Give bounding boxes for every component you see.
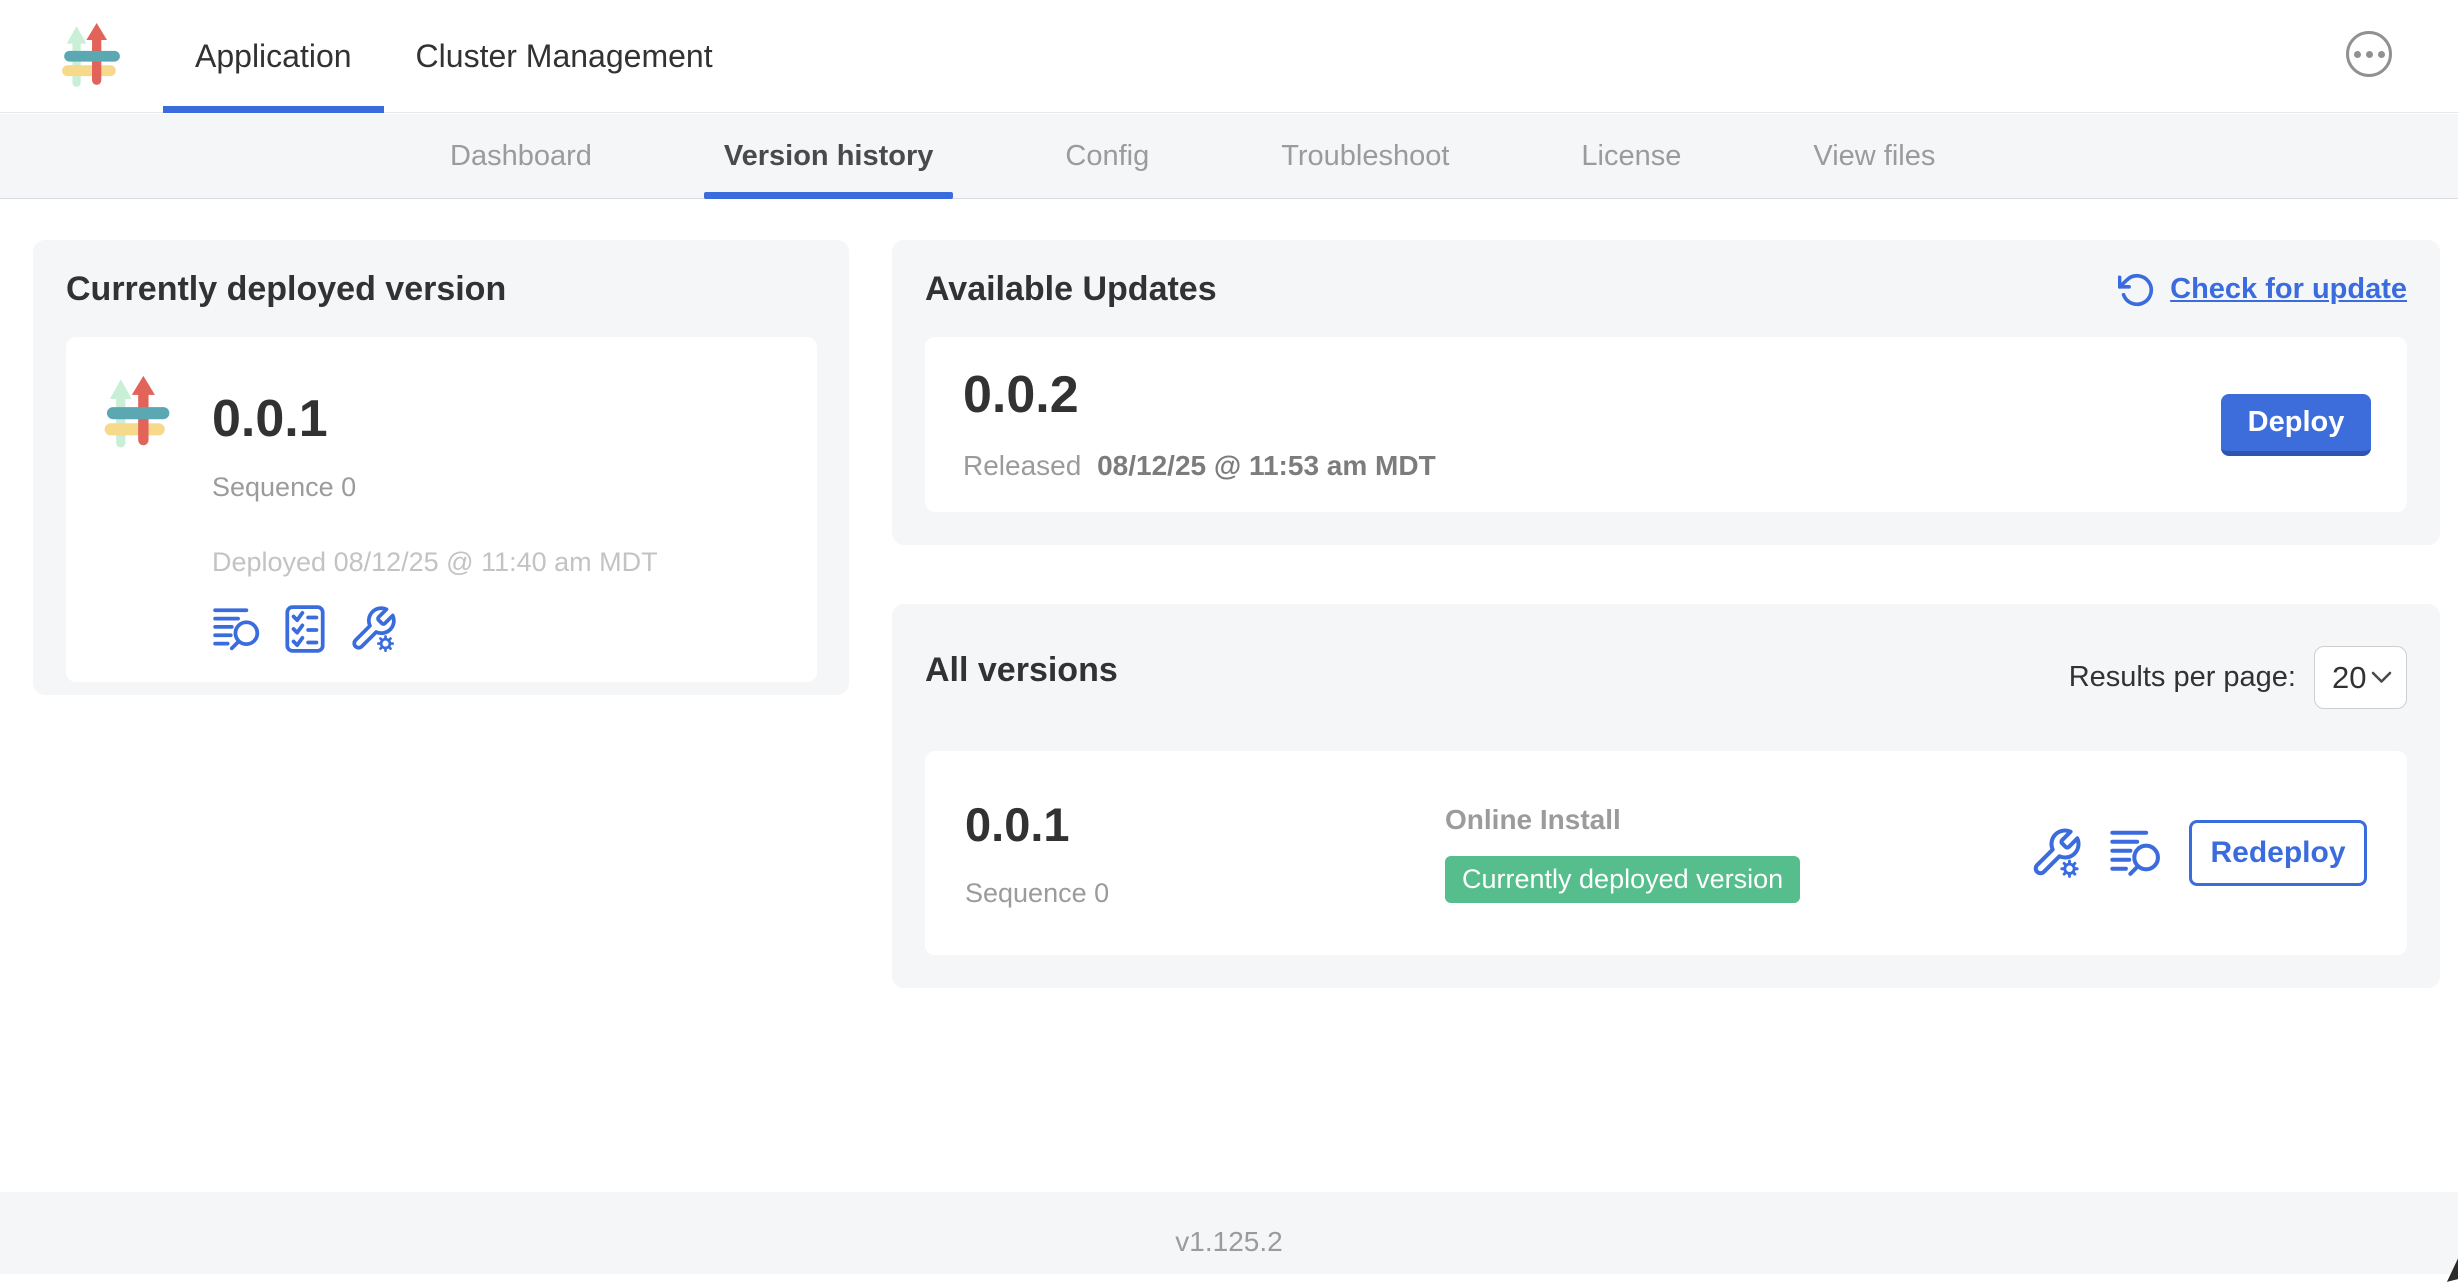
footer: v1.125.2 xyxy=(0,1192,2458,1274)
all-versions-card: All versions Results per page: 20 0.0.1 … xyxy=(892,604,2440,988)
results-per-page-label: Results per page: xyxy=(2069,661,2296,694)
deployed-sequence: Sequence 0 xyxy=(212,472,658,503)
ellipsis-dot xyxy=(2354,51,2361,58)
check-for-update-label: Check for update xyxy=(2170,273,2407,306)
overflow-menu-button[interactable] xyxy=(2346,31,2392,77)
ellipsis-dot xyxy=(2378,51,2385,58)
refresh-icon xyxy=(2118,271,2156,309)
currently-deployed-badge: Currently deployed version xyxy=(1445,856,1800,903)
ellipsis-dot xyxy=(2366,51,2373,58)
deployed-card-title: Currently deployed version xyxy=(66,270,817,309)
all-versions-title: All versions xyxy=(925,651,1118,690)
version-row: 0.0.1 Sequence 0 Online Install Currentl… xyxy=(925,751,2407,955)
install-type-label: Online Install xyxy=(1445,804,1621,836)
available-update-row: 0.0.2 Released 08/12/25 @ 11:53 am MDT D… xyxy=(925,337,2407,512)
app-logo-icon xyxy=(58,22,124,92)
diff-icon[interactable] xyxy=(212,604,262,654)
deploy-button[interactable]: Deploy xyxy=(2221,394,2371,456)
released-timestamp: 08/12/25 @ 11:53 am MDT xyxy=(1097,450,1436,481)
results-per-page-value: 20 xyxy=(2332,660,2366,696)
subnav-version-history[interactable]: Version history xyxy=(704,114,954,198)
edit-config-icon[interactable] xyxy=(2029,826,2083,880)
released-label: Released xyxy=(963,450,1081,481)
subnav-dashboard[interactable]: Dashboard xyxy=(430,114,612,198)
updates-card-title: Available Updates xyxy=(925,270,1217,309)
deployed-version-panel: 0.0.1 Sequence 0 Deployed 08/12/25 @ 11:… xyxy=(66,337,817,682)
chevron-down-icon xyxy=(2371,671,2392,684)
available-updates-card: Available Updates Check for update 0.0.2… xyxy=(892,240,2440,545)
subnav-view-files[interactable]: View files xyxy=(1793,114,1955,198)
currently-deployed-card: Currently deployed version 0.0.1 Sequenc… xyxy=(33,240,849,695)
app-logo-icon xyxy=(100,373,174,455)
row-sequence: Sequence 0 xyxy=(965,878,1445,909)
subnav-license[interactable]: License xyxy=(1561,114,1701,198)
mouse-cursor-artifact xyxy=(2442,1256,2458,1282)
check-for-update-link[interactable]: Check for update xyxy=(2118,271,2407,309)
tab-application[interactable]: Application xyxy=(163,0,384,113)
results-per-page-select[interactable]: 20 xyxy=(2314,646,2407,709)
deployed-version-number: 0.0.1 xyxy=(212,391,658,448)
app-subnav: Dashboard Version history Config Trouble… xyxy=(0,114,2458,199)
diff-icon[interactable] xyxy=(2109,826,2163,880)
subnav-troubleshoot[interactable]: Troubleshoot xyxy=(1261,114,1469,198)
primary-tabs: Application Cluster Management xyxy=(163,0,2458,113)
console-version-label: v1.125.2 xyxy=(1175,1226,1282,1274)
edit-config-icon[interactable] xyxy=(348,604,398,654)
subnav-config[interactable]: Config xyxy=(1045,114,1169,198)
redeploy-button[interactable]: Redeploy xyxy=(2189,820,2367,886)
tab-cluster-management[interactable]: Cluster Management xyxy=(384,0,745,113)
deployed-timestamp: Deployed 08/12/25 @ 11:40 am MDT xyxy=(212,547,658,578)
preflight-checks-icon[interactable] xyxy=(280,604,330,654)
top-header: Application Cluster Management xyxy=(0,0,2458,113)
update-version-number: 0.0.2 xyxy=(963,367,1436,424)
row-version-number: 0.0.1 xyxy=(965,797,1445,852)
